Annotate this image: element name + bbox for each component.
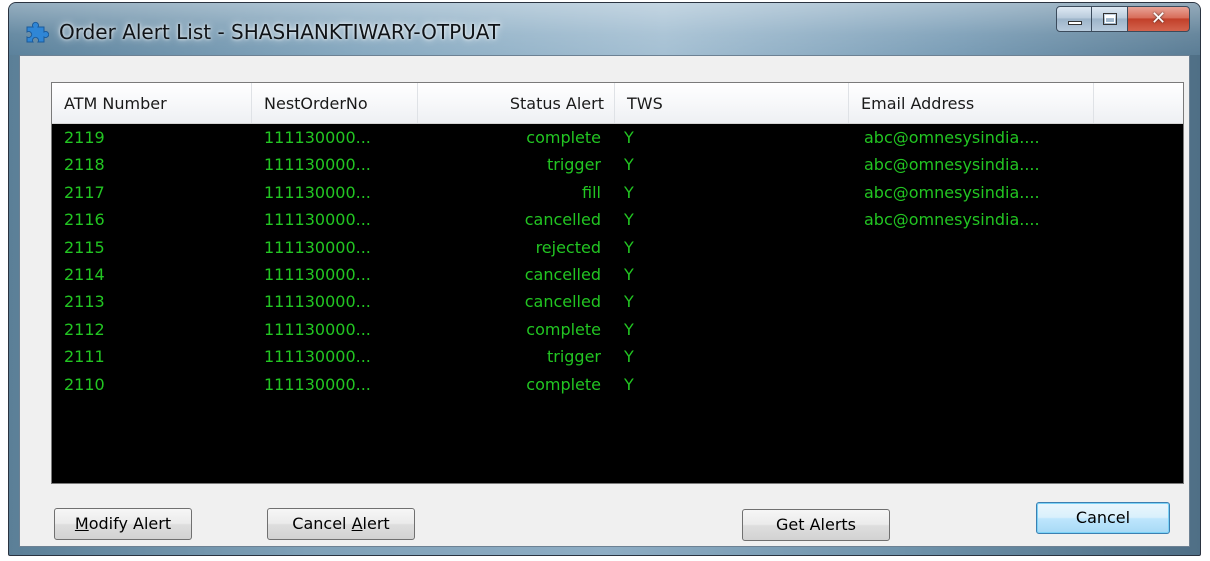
- cell-nest-order-no: 111130000...: [264, 319, 371, 339]
- minimize-icon: [1068, 21, 1082, 25]
- title-bar[interactable]: Order Alert List - SHASHANKTIWARY-OTPUAT…: [9, 3, 1200, 55]
- cell-nest-order-no: 111130000...: [264, 264, 371, 284]
- cell-atm-number: 2111: [64, 347, 105, 367]
- cell-status-alert: complete: [526, 128, 601, 147]
- puzzle-piece-icon: [26, 21, 49, 43]
- get-alerts-button[interactable]: Get Alerts: [742, 509, 890, 541]
- cell-nest-order-no: 111130000...: [264, 347, 371, 367]
- table-row[interactable]: 2110 111130000... complete Y: [52, 371, 1183, 398]
- maximize-button[interactable]: [1092, 6, 1128, 32]
- cancel-alert-label-post: lert: [362, 514, 390, 533]
- cell-status-alert: cancelled: [524, 292, 601, 312]
- cell-status-alert: complete: [526, 374, 601, 394]
- cell-status-alert: complete: [526, 319, 601, 339]
- cell-nest-order-no: 111130000...: [264, 128, 371, 147]
- cell-status-alert: cancelled: [524, 264, 601, 284]
- cell-atm-number: 2110: [64, 374, 105, 394]
- cell-tws: Y: [624, 182, 634, 202]
- cell-nest-order-no: 111130000...: [264, 237, 371, 257]
- cell-atm-number: 2115: [64, 237, 105, 257]
- close-button[interactable]: ✕: [1128, 6, 1190, 32]
- cell-status-alert: rejected: [535, 237, 601, 257]
- cell-tws: Y: [624, 319, 634, 339]
- cell-atm-number: 2114: [64, 264, 105, 284]
- cell-atm-number: 2118: [64, 155, 105, 175]
- table-row[interactable]: 2112 111130000... complete Y: [52, 316, 1183, 343]
- cell-nest-order-no: 111130000...: [264, 155, 371, 175]
- table-header: ATM Number NestOrderNo Status Alert TWS …: [52, 83, 1183, 124]
- cell-tws: Y: [624, 155, 634, 175]
- order-alert-window: Order Alert List - SHASHANKTIWARY-OTPUAT…: [8, 2, 1201, 556]
- cell-tws: Y: [624, 237, 634, 257]
- cell-status-alert: fill: [582, 182, 601, 202]
- cell-email: abc@omnesysindia....: [864, 210, 1040, 230]
- table-row[interactable]: 2114 111130000... cancelled Y: [52, 261, 1183, 288]
- cancel-button[interactable]: Cancel: [1036, 502, 1170, 534]
- cell-atm-number: 2119: [64, 128, 105, 147]
- cell-nest-order-no: 111130000...: [264, 292, 371, 312]
- cell-tws: Y: [624, 347, 634, 367]
- cell-nest-order-no: 111130000...: [264, 210, 371, 230]
- minimize-button[interactable]: [1056, 6, 1092, 32]
- maximize-icon: [1103, 13, 1117, 25]
- cell-status-alert: cancelled: [524, 210, 601, 230]
- cell-atm-number: 2117: [64, 182, 105, 202]
- cell-atm-number: 2112: [64, 319, 105, 339]
- cell-atm-number: 2113: [64, 292, 105, 312]
- column-header-atm-number[interactable]: ATM Number: [52, 83, 252, 123]
- alerts-table[interactable]: ATM Number NestOrderNo Status Alert TWS …: [51, 82, 1184, 484]
- table-row[interactable]: 2115 111130000... rejected Y: [52, 234, 1183, 261]
- cell-email: abc@omnesysindia....: [864, 155, 1040, 175]
- table-row[interactable]: 2111 111130000... trigger Y: [52, 343, 1183, 370]
- cell-status-alert: trigger: [546, 347, 601, 367]
- modify-alert-label-post: odify Alert: [88, 514, 172, 533]
- close-icon: ✕: [1150, 8, 1167, 29]
- column-header-email-address[interactable]: Email Address: [849, 83, 1094, 123]
- cell-tws: Y: [624, 292, 634, 312]
- cancel-alert-button[interactable]: Cancel Alert: [267, 508, 415, 540]
- caption-buttons: ✕: [1056, 6, 1190, 32]
- column-header-tws[interactable]: TWS: [615, 83, 849, 123]
- window-title: Order Alert List - SHASHANKTIWARY-OTPUAT: [59, 20, 501, 44]
- table-body: 2119 111130000... complete Y abc@omnesys…: [52, 124, 1183, 398]
- modify-alert-accelerator: M: [74, 514, 89, 533]
- cancel-alert-label-pre: Cancel: [292, 514, 352, 533]
- column-header-status-alert[interactable]: Status Alert: [418, 83, 615, 123]
- cell-tws: Y: [624, 210, 634, 230]
- table-row[interactable]: 2116 111130000... cancelled Y abc@omnesy…: [52, 206, 1183, 233]
- cell-nest-order-no: 111130000...: [264, 374, 371, 394]
- cell-tws: Y: [624, 374, 634, 394]
- column-header-nest-order-no[interactable]: NestOrderNo: [252, 83, 418, 123]
- cell-email: abc@omnesysindia....: [864, 128, 1040, 147]
- dialog-body: ATM Number NestOrderNo Status Alert TWS …: [19, 55, 1190, 547]
- cell-email: abc@omnesysindia....: [864, 182, 1040, 202]
- cell-tws: Y: [624, 264, 634, 284]
- cancel-alert-accelerator: A: [351, 514, 363, 533]
- table-row[interactable]: 2119 111130000... complete Y abc@omnesys…: [52, 124, 1183, 151]
- modify-alert-button[interactable]: Modify Alert: [54, 508, 192, 540]
- cell-tws: Y: [624, 128, 634, 147]
- cell-atm-number: 2116: [64, 210, 105, 230]
- table-row[interactable]: 2113 111130000... cancelled Y: [52, 288, 1183, 315]
- cell-nest-order-no: 111130000...: [264, 182, 371, 202]
- column-header-filler: [1094, 83, 1183, 123]
- table-row[interactable]: 2117 111130000... fill Y abc@omnesysindi…: [52, 179, 1183, 206]
- cell-status-alert: trigger: [546, 155, 601, 175]
- table-row[interactable]: 2118 111130000... trigger Y abc@omnesysi…: [52, 151, 1183, 178]
